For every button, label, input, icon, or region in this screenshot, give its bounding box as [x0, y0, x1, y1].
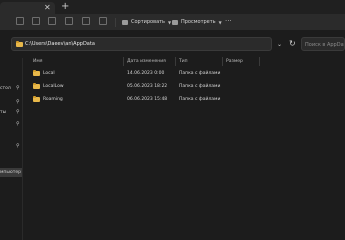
- refresh-icon[interactable]: ↻: [289, 39, 296, 48]
- file-date: 05.06.2023 18:22: [127, 84, 168, 89]
- chevron-down-icon[interactable]: ⌄: [277, 41, 282, 48]
- column-divider[interactable]: [175, 57, 176, 66]
- file-name: Roaming: [43, 97, 63, 102]
- tab-appdata[interactable]: ✕: [0, 2, 55, 14]
- sort-button[interactable]: Сортировать ▼: [122, 17, 171, 27]
- new-tab-icon[interactable]: +: [61, 1, 69, 13]
- table-row[interactable]: LocalLow 05.06.2023 18:22 Папка с файлам…: [29, 81, 269, 92]
- table-row[interactable]: Local 14.06.2023 0:00 Папка с файлами: [29, 68, 269, 79]
- view-button[interactable]: Просмотреть ▼: [172, 17, 222, 27]
- sidebar-item-label: стол: [0, 86, 11, 91]
- chevron-down-icon: ▼: [168, 19, 172, 25]
- file-type: Папка с файлами: [179, 71, 221, 76]
- folder-icon: [16, 41, 23, 47]
- folder-icon: [33, 96, 40, 102]
- delete-icon[interactable]: [99, 17, 107, 25]
- table-row[interactable]: Roaming 06.06.2023 15:48 Папка с файлами: [29, 94, 269, 105]
- paste-icon[interactable]: [48, 17, 56, 25]
- sidebar-item-label: мпьютер: [0, 170, 22, 175]
- command-toolbar: Сортировать ▼ Просмотреть ▼ ···: [0, 14, 345, 30]
- search-input[interactable]: [305, 41, 344, 48]
- title-bar: ✕ +: [0, 0, 345, 14]
- column-divider[interactable]: [259, 57, 260, 66]
- pin-icon: ⚲: [16, 109, 20, 115]
- pin-icon: ⚲: [16, 121, 20, 127]
- sidebar-item-pictures[interactable]: ⚲: [0, 120, 22, 129]
- more-options-icon[interactable]: ···: [225, 17, 232, 25]
- cut-icon[interactable]: [16, 17, 24, 25]
- column-size[interactable]: Размер: [226, 59, 243, 65]
- file-date: 14.06.2023 0:00: [127, 71, 165, 76]
- rename-icon[interactable]: [65, 17, 73, 25]
- sort-icon: [122, 19, 128, 25]
- sidebar-item-label: ты: [0, 110, 7, 115]
- share-icon[interactable]: [82, 17, 90, 25]
- pin-icon: ⚲: [16, 85, 20, 91]
- column-date[interactable]: Дата изменения: [127, 59, 166, 65]
- pin-icon: ⚲: [16, 99, 20, 105]
- folder-icon: [33, 83, 40, 89]
- column-divider[interactable]: [222, 57, 223, 66]
- column-type[interactable]: Тип: [179, 59, 188, 65]
- address-bar[interactable]: C:\Users\Daeev\an\AppData: [11, 37, 272, 51]
- chevron-down-icon: ▼: [218, 19, 222, 25]
- view-label: Просмотреть: [181, 19, 216, 25]
- sort-label: Сортировать: [131, 19, 165, 25]
- address-path: C:\Users\Daeev\an\AppData: [25, 41, 95, 47]
- file-type: Папка с файлами: [179, 97, 221, 102]
- file-name: LocalLow: [43, 84, 64, 89]
- navigation-pane: стол ⚲ ⚲ ты ⚲ ⚲ ⚲ мпьютер: [0, 58, 23, 240]
- address-row: C:\Users\Daeev\an\AppData ⌄ ↻: [0, 30, 345, 58]
- sidebar-item-this-pc[interactable]: мпьютер: [0, 168, 22, 177]
- file-date: 06.06.2023 15:48: [127, 97, 168, 102]
- view-icon: [172, 19, 178, 25]
- close-tab-icon[interactable]: ✕: [44, 2, 51, 14]
- toolbar-divider: [115, 18, 116, 27]
- pin-icon: ⚲: [16, 143, 20, 149]
- file-name: Local: [43, 71, 55, 76]
- column-header-row: Имя Дата изменения Тип Размер: [29, 56, 345, 67]
- file-type: Папка с файлами: [179, 84, 221, 89]
- search-box[interactable]: [301, 37, 345, 51]
- sidebar-item-desktop[interactable]: стол ⚲: [0, 84, 22, 93]
- folder-icon: [33, 70, 40, 76]
- sidebar-item-music[interactable]: ⚲: [0, 142, 22, 151]
- column-name[interactable]: Имя: [33, 59, 42, 65]
- sidebar-item-downloads[interactable]: ⚲: [0, 98, 22, 107]
- copy-icon[interactable]: [32, 17, 40, 25]
- column-divider[interactable]: [123, 57, 124, 66]
- sidebar-item-documents[interactable]: ты ⚲: [0, 108, 22, 117]
